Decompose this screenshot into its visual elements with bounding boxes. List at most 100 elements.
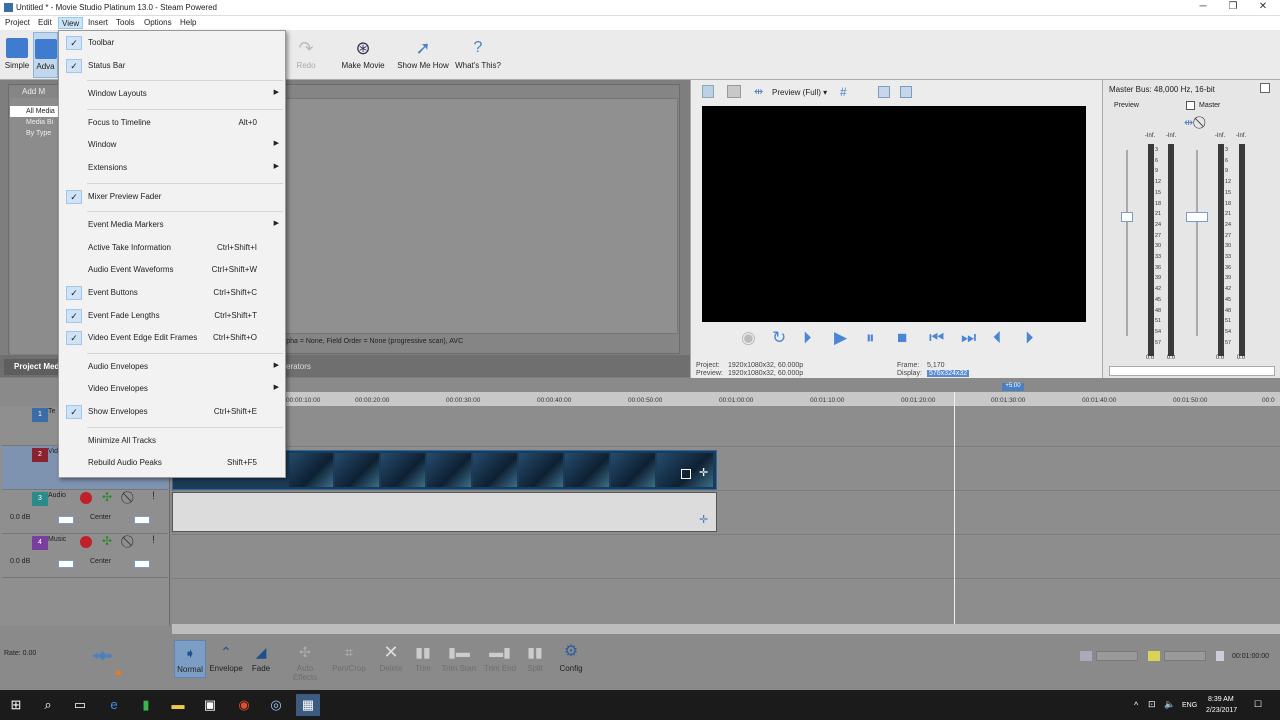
add-media-button[interactable]: Add M — [22, 87, 45, 96]
search-icon[interactable]: ⌕ — [36, 694, 60, 716]
envelope-edit-tool[interactable]: ⌃ Envelope — [208, 640, 244, 678]
track-3-volume-slider[interactable] — [58, 516, 74, 524]
menu-item-event-media-markers[interactable]: Event Media Markers ▶ — [59, 215, 285, 233]
mixer-properties-icon[interactable] — [1260, 83, 1270, 93]
auto-effects-button[interactable]: ✣ Auto Effects — [284, 640, 326, 682]
audio-event-fx-icon[interactable]: ✛ — [699, 513, 708, 526]
menu-item-event-fade-lengths[interactable]: ✓ Event Fade Lengths Ctrl+Shift+T — [59, 306, 285, 324]
audio-event[interactable]: ✛ — [172, 492, 717, 532]
preview-quality-dropdown[interactable]: Preview (Full) ▾ — [772, 88, 827, 97]
simple-mode-button[interactable]: Simple — [2, 32, 32, 78]
play-from-start-icon[interactable]: ⏵ — [803, 328, 812, 348]
language-indicator[interactable]: ENG — [1182, 702, 1197, 709]
tree-by-type[interactable]: By Type — [10, 128, 58, 139]
tree-media-bins[interactable]: Media Bi — [10, 117, 58, 128]
minimize-button[interactable]: ─ — [1188, 1, 1218, 14]
close-button[interactable]: ✕ — [1248, 1, 1278, 14]
menu-view[interactable]: View — [58, 17, 84, 29]
menu-insert[interactable]: Insert — [85, 17, 111, 29]
menu-project[interactable]: Project — [2, 17, 33, 29]
pause-icon[interactable]: ⏸ — [866, 328, 875, 348]
menu-item-toolbar[interactable]: ✓ Toolbar — [59, 33, 285, 51]
notifications-icon[interactable]: ☐ — [1254, 699, 1262, 710]
track-3-name[interactable]: Audio — [48, 492, 66, 499]
clock-date[interactable]: 2/23/2017 — [1206, 707, 1237, 714]
overlays-grid-icon[interactable]: # — [840, 86, 847, 98]
track-4-volume-slider[interactable] — [58, 560, 74, 568]
track-2-name[interactable]: Vid — [48, 448, 58, 455]
go-to-end-icon[interactable]: ⏭ — [961, 328, 976, 348]
menu-edit[interactable]: Edit — [35, 17, 55, 29]
preview-properties-icon[interactable] — [702, 85, 714, 98]
menu-item-audio-event-waveforms[interactable]: Audio Event Waveforms Ctrl+Shift+W — [59, 260, 285, 278]
volume-icon[interactable]: 🔈 — [1164, 699, 1175, 710]
play-icon[interactable]: ▶ — [834, 328, 847, 348]
chrome-icon[interactable]: ◉ — [232, 694, 256, 716]
trim-button[interactable]: ▮▮ Trim — [408, 640, 438, 678]
network-icon[interactable]: ⊡ — [1148, 699, 1156, 710]
menu-tools[interactable]: Tools — [113, 17, 138, 29]
menu-item-window-layouts[interactable]: Window Layouts ▶ — [59, 84, 285, 102]
file-explorer-icon[interactable]: ▬ — [166, 694, 190, 716]
menu-item-focus-to-timeline[interactable]: Focus to Timeline Alt+0 — [59, 113, 285, 131]
zoom-slider[interactable] — [1096, 651, 1138, 661]
shuttle-control[interactable]: ◂◆▸ — [92, 648, 113, 662]
app-pin-icon[interactable]: ▮ — [134, 694, 158, 716]
menu-item-video-envelopes[interactable]: Video Envelopes ▶ — [59, 379, 285, 397]
start-icon[interactable]: ⊞ — [4, 694, 28, 716]
go-to-start-icon[interactable]: ⏮ — [929, 328, 944, 348]
whats-this-button[interactable]: ? What's This? — [453, 32, 503, 78]
menu-item-extensions[interactable]: Extensions ▶ — [59, 158, 285, 176]
solo-icon[interactable]: ! — [152, 534, 155, 546]
copy-snapshot-icon[interactable] — [878, 86, 890, 98]
menu-item-status-bar[interactable]: ✓ Status Bar — [59, 56, 285, 74]
solo-icon[interactable]: ! — [152, 490, 155, 502]
show-me-how-button[interactable]: ➚ Show Me How — [395, 32, 451, 78]
playback-cursor[interactable] — [954, 392, 955, 624]
trim-end-button[interactable]: ▬▮ Trim End — [482, 640, 518, 678]
menu-item-event-buttons[interactable]: ✓ Event Buttons Ctrl+Shift+C — [59, 283, 285, 301]
menu-help[interactable]: Help — [177, 17, 199, 29]
menu-item-window[interactable]: Window ▶ — [59, 135, 285, 153]
task-view-icon[interactable]: ▭ — [68, 694, 92, 716]
track-4-name[interactable]: Music — [48, 536, 66, 543]
track-4-header[interactable]: 4 Music ✣ ⃠ ! 0.0 dB Center — [2, 534, 168, 578]
split-screen-icon[interactable]: ⇹ — [754, 86, 766, 98]
store-icon[interactable]: ▣ — [198, 694, 222, 716]
menu-item-active-take-information[interactable]: Active Take Information Ctrl+Shift+I — [59, 238, 285, 256]
loop-playback-icon[interactable]: ↻ — [772, 328, 786, 348]
previous-frame-icon[interactable]: ⏴ — [993, 328, 1002, 348]
movie-studio-taskbar-icon[interactable]: ▦ — [296, 694, 320, 716]
preview-fader[interactable] — [1121, 212, 1133, 222]
menu-item-show-envelopes[interactable]: ✓ Show Envelopes Ctrl+Shift+E — [59, 402, 285, 420]
clock-time[interactable]: 8:39 AM — [1208, 696, 1234, 703]
track-3-header[interactable]: 3 Audio ✣ ⃠ ! 0.0 dB Center — [2, 490, 168, 534]
audio-zoom-slider[interactable] — [1164, 651, 1206, 661]
pan-crop-button[interactable]: ⌗ Pan/Crop — [330, 640, 368, 678]
external-monitor-icon[interactable] — [727, 85, 741, 98]
event-fx-icon[interactable]: ✛ — [699, 466, 708, 479]
arm-record-icon[interactable] — [80, 536, 92, 548]
master-bus-checkbox[interactable] — [1186, 101, 1195, 110]
normal-edit-tool[interactable]: ➧ Normal — [174, 640, 206, 678]
zoom-out-icon[interactable] — [1080, 651, 1092, 661]
save-snapshot-icon[interactable] — [900, 86, 912, 98]
go-to-icon[interactable] — [1216, 651, 1224, 661]
snapping-icon[interactable] — [1148, 651, 1160, 661]
track-fx-icon[interactable]: ✣ — [102, 490, 112, 504]
rate-slider-handle[interactable]: ▲ — [113, 666, 124, 678]
menu-item-minimize-all-tracks[interactable]: Minimize All Tracks — [59, 431, 285, 449]
config-button[interactable]: ⚙ Config — [556, 640, 586, 678]
menu-item-rebuild-audio-peaks[interactable]: Rebuild Audio Peaks Shift+F5 — [59, 453, 285, 471]
track-3-pan-slider[interactable] — [134, 516, 150, 524]
make-movie-button[interactable]: ⊛ Make Movie — [338, 32, 388, 78]
maximize-button[interactable]: ❐ — [1218, 1, 1248, 14]
tree-all-media[interactable]: All Media — [10, 106, 58, 117]
advanced-mode-button[interactable]: Adva — [33, 32, 58, 78]
steam-icon[interactable]: ◎ — [264, 694, 288, 716]
timeline-scrollbar[interactable] — [172, 624, 1280, 634]
delete-button[interactable]: ✕ Delete — [376, 640, 406, 678]
split-button[interactable]: ▮▮ Split — [520, 640, 550, 678]
mixer-scrollbar[interactable] — [1109, 366, 1275, 376]
master-fx-icon[interactable]: ⇹ — [1184, 116, 1193, 129]
